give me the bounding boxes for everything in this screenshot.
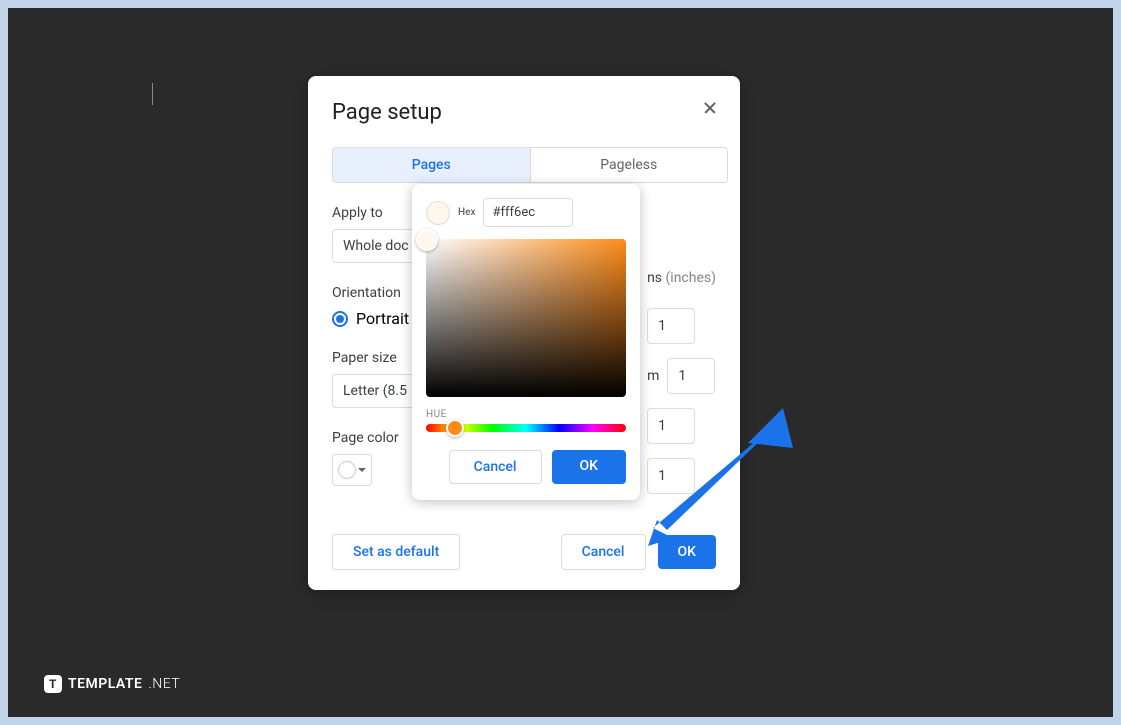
margin-top-input[interactable]: 1 — [647, 308, 695, 344]
text-cursor — [152, 83, 153, 105]
margins-header: ns (inches) — [647, 270, 716, 286]
sv-cursor-handle[interactable] — [416, 229, 438, 251]
watermark-suffix: .NET — [148, 676, 180, 692]
hue-thumb-handle[interactable] — [446, 419, 464, 437]
tab-pageless[interactable]: Pageless — [531, 148, 728, 182]
color-picker-popover: Hex #fff6ec HUE Cancel OK — [412, 184, 640, 500]
hex-label: Hex — [458, 207, 475, 218]
apply-to-select[interactable]: Whole doc — [332, 229, 422, 263]
color-swatch-icon — [338, 461, 356, 479]
page-color-dropdown[interactable] — [332, 454, 372, 486]
picker-cancel-button[interactable]: Cancel — [449, 450, 542, 484]
watermark-badge-icon: T — [44, 675, 62, 693]
paper-size-select[interactable]: Letter (8.5 — [332, 374, 422, 408]
chevron-down-icon — [358, 468, 366, 472]
ok-button[interactable]: OK — [658, 535, 717, 569]
radio-icon — [332, 311, 348, 327]
margin-left-input[interactable]: 1 — [647, 408, 695, 444]
dialog-title: Page setup — [332, 100, 716, 125]
close-icon[interactable] — [702, 100, 718, 116]
tab-pages[interactable]: Pages — [333, 148, 531, 182]
app-background: Page setup Pages Pageless Apply to Whole… — [8, 8, 1113, 717]
dialog-button-row: Set as default Cancel OK — [332, 534, 716, 570]
mode-tabs: Pages Pageless — [332, 147, 728, 183]
margin-right-input[interactable]: 1 — [647, 458, 695, 494]
orientation-portrait-label: Portrait — [356, 309, 409, 328]
cancel-button[interactable]: Cancel — [561, 534, 646, 570]
margin-bottom-row: m 1 — [647, 358, 716, 394]
watermark: T TEMPLATE .NET — [44, 675, 180, 693]
hex-input[interactable]: #fff6ec — [483, 198, 573, 227]
set-default-button[interactable]: Set as default — [332, 534, 460, 570]
margins-column: ns (inches) 1 m 1 1 1 — [647, 270, 716, 494]
current-color-swatch — [426, 201, 450, 225]
hex-row: Hex #fff6ec — [426, 198, 626, 227]
picker-ok-button[interactable]: OK — [552, 450, 627, 484]
watermark-brand: TEMPLATE — [68, 676, 142, 692]
picker-button-row: Cancel OK — [426, 450, 626, 484]
saturation-value-field[interactable] — [426, 239, 626, 397]
margin-bottom-input[interactable]: 1 — [667, 358, 715, 394]
hue-slider[interactable] — [426, 424, 626, 432]
